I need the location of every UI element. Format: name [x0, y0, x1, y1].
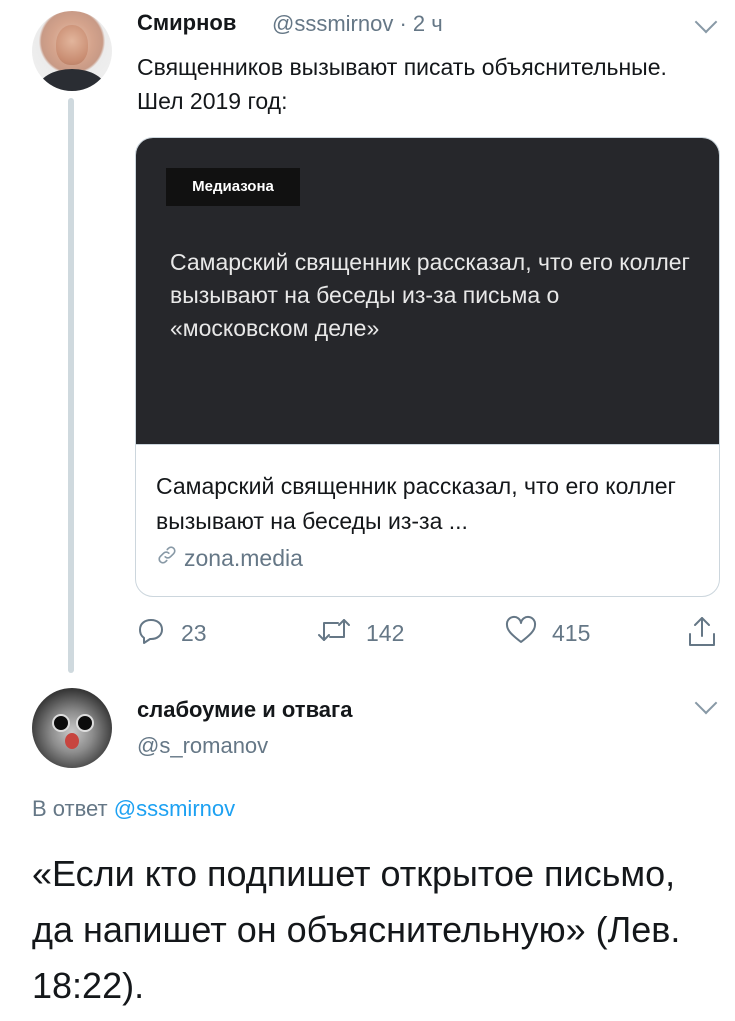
author-meta: @sssmirnov · 2 ч	[272, 11, 443, 37]
author-handle[interactable]: @sssmirnov	[272, 11, 393, 36]
chevron-down-icon[interactable]	[694, 691, 718, 715]
reply-context: В ответ @sssmirnov	[32, 796, 235, 822]
card-link-row: zona.media	[156, 544, 303, 572]
retweet-count: 142	[366, 619, 405, 646]
meta-separator: ·	[399, 11, 413, 36]
card-domain: zona.media	[184, 544, 303, 571]
reply-count: 23	[181, 619, 207, 646]
reply-tweet-text: «Если кто подпишет открытое письмо, да н…	[32, 853, 681, 1006]
avatar-shirt	[38, 69, 106, 91]
card-title: Самарский священник рассказал, что его к…	[156, 473, 676, 534]
like-count: 415	[552, 619, 591, 646]
retweet-button[interactable]: 142	[316, 614, 404, 652]
chevron-down-icon[interactable]	[694, 10, 718, 34]
share-button[interactable]	[687, 614, 717, 654]
reply-mention-link[interactable]: @sssmirnov	[114, 796, 235, 821]
retweet-icon	[316, 614, 352, 652]
reply-author-handle[interactable]: @s_romanov	[137, 733, 268, 759]
link-icon	[156, 544, 178, 572]
reply-author-name[interactable]: слабоумие и отвага	[137, 697, 352, 723]
reply-icon	[135, 614, 167, 652]
avatar-eye-right	[76, 714, 94, 732]
like-button[interactable]: 415	[504, 614, 590, 652]
card-image: Медиазона Самарский священник рассказал,…	[136, 138, 719, 444]
card-badge: Медиазона	[166, 168, 300, 206]
card-image-text: Самарский священник рассказал, что его к…	[170, 249, 690, 341]
heart-icon	[504, 614, 538, 652]
avatar-face	[56, 25, 88, 65]
author-name[interactable]: Смирнов	[137, 10, 236, 36]
tweet-time[interactable]: 2 ч	[413, 11, 443, 36]
share-icon	[687, 614, 717, 654]
link-card[interactable]: Медиазона Самарский священник рассказал,…	[135, 137, 720, 597]
avatar-eye-left	[52, 714, 70, 732]
avatar-mouth	[65, 733, 79, 749]
card-body: Самарский священник рассказал, что его к…	[136, 444, 719, 596]
reply-button[interactable]: 23	[135, 614, 207, 652]
reply-prefix: В ответ	[32, 796, 108, 821]
thread-line	[68, 98, 74, 673]
author-avatar[interactable]	[32, 11, 112, 91]
tweet-text: Священников вызывают писать объяснительн…	[137, 54, 667, 114]
reply-author-avatar[interactable]	[32, 688, 112, 768]
